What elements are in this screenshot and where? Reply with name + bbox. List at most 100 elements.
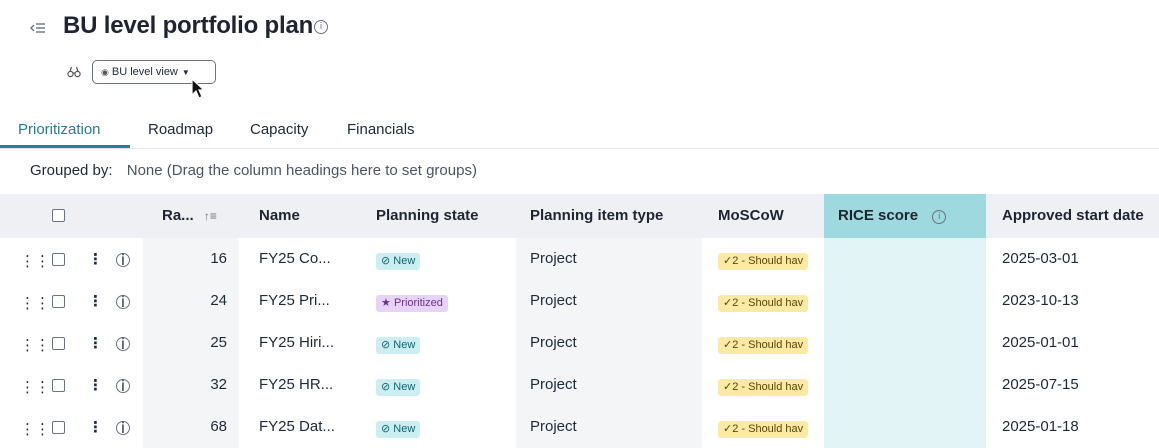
column-header-item-type[interactable]: Planning item type <box>530 207 663 224</box>
tab-bar: Prioritization Roadmap Capacity Financia… <box>0 114 1159 149</box>
tab-prioritization[interactable]: Prioritization <box>18 121 101 138</box>
column-header-moscow[interactable]: MoSCoW <box>718 207 784 224</box>
table-row[interactable]: ⋮⋮ ⋮ i 24 FY25 Pri... ★ Prioritized Proj… <box>0 280 1159 322</box>
row-checkbox[interactable] <box>52 379 65 392</box>
info-icon[interactable]: i <box>116 379 130 394</box>
page-header: BU level portfolio plan i <box>0 0 1159 60</box>
select-all-checkbox[interactable] <box>52 209 65 222</box>
view-selector-label: BU level view <box>111 66 178 78</box>
drag-handle-icon[interactable]: ⋮⋮ <box>20 252 50 270</box>
eye-icon: ◉ <box>101 66 109 77</box>
column-header-planning-state[interactable]: Planning state <box>376 207 479 224</box>
kebab-menu-icon[interactable]: ⋮ <box>88 418 103 436</box>
moscow-cell: ✓2 - Should hav <box>718 251 809 270</box>
kebab-menu-icon[interactable]: ⋮ <box>88 292 103 310</box>
info-icon[interactable]: i <box>116 337 130 352</box>
kebab-menu-icon[interactable]: ⋮ <box>88 250 103 268</box>
status-badge: ⊘ New <box>376 253 421 270</box>
moscow-cell: ✓2 - Should hav <box>718 293 809 312</box>
moscow-badge: ✓2 - Should hav <box>718 379 809 396</box>
binoculars-icon[interactable] <box>67 66 81 78</box>
rank-cell: 25 <box>210 334 227 351</box>
mouse-cursor-icon <box>191 78 206 99</box>
planning-state-cell: ⊘ New <box>376 377 421 396</box>
rank-cell: 24 <box>210 292 227 309</box>
row-checkbox[interactable] <box>52 337 65 350</box>
tag-icon: ⊘ <box>381 423 391 435</box>
column-header-rice[interactable]: RICE score i <box>838 207 947 224</box>
drag-handle-icon[interactable]: ⋮⋮ <box>20 336 50 354</box>
item-name-link[interactable]: FY25 Co... <box>259 250 331 267</box>
item-name-link[interactable]: FY25 Dat... <box>259 418 335 435</box>
approved-start-date-cell: 2025-01-18 <box>1002 418 1079 435</box>
table-row[interactable]: ⋮⋮ ⋮ i 25 FY25 Hiri... ⊘ New Project ✓2 … <box>0 322 1159 364</box>
group-drop-zone[interactable]: Grouped by: None (Drag the column headin… <box>30 162 477 179</box>
item-type-cell: Project <box>530 334 577 351</box>
info-icon[interactable]: i <box>314 20 328 34</box>
page-title: BU level portfolio plan <box>63 12 314 39</box>
info-icon[interactable]: i <box>116 295 130 310</box>
rank-cell: 68 <box>210 418 227 435</box>
item-type-cell: Project <box>530 418 577 435</box>
moscow-cell: ✓2 - Should hav <box>718 419 809 438</box>
status-badge: ⊘ New <box>376 337 421 354</box>
approved-start-date-cell: 2025-07-15 <box>1002 376 1079 393</box>
planning-state-cell: ⊘ New <box>376 251 421 270</box>
tag-icon: ⊘ <box>381 339 391 351</box>
status-badge: ⊘ New <box>376 379 421 396</box>
grouped-by-label: Grouped by: <box>30 162 113 179</box>
checkmark-icon: ✓ <box>723 423 733 435</box>
column-header-approved-start-date[interactable]: Approved start date <box>1002 207 1144 224</box>
status-badge: ⊘ New <box>376 421 421 438</box>
moscow-cell: ✓2 - Should hav <box>718 377 809 396</box>
active-tab-indicator <box>0 145 130 148</box>
table-row[interactable]: ⋮⋮ ⋮ i 68 FY25 Dat... ⊘ New Project ✓2 -… <box>0 406 1159 448</box>
approved-start-date-cell: 2025-01-01 <box>1002 334 1079 351</box>
item-type-cell: Project <box>530 376 577 393</box>
moscow-badge: ✓2 - Should hav <box>718 295 809 312</box>
item-name-link[interactable]: FY25 HR... <box>259 376 333 393</box>
rank-cell: 16 <box>210 250 227 267</box>
item-name-link[interactable]: FY25 Hiri... <box>259 334 334 351</box>
item-type-cell: Project <box>530 292 577 309</box>
info-icon[interactable]: i <box>116 421 130 436</box>
planning-state-cell: ⊘ New <box>376 419 421 438</box>
table-row[interactable]: ⋮⋮ ⋮ i 32 FY25 HR... ⊘ New Project ✓2 - … <box>0 364 1159 406</box>
item-name-link[interactable]: FY25 Pri... <box>259 292 330 309</box>
tab-roadmap[interactable]: Roadmap <box>148 121 213 138</box>
drag-handle-icon[interactable]: ⋮⋮ <box>20 294 50 312</box>
planning-state-cell: ★ Prioritized <box>376 293 448 312</box>
column-header-name[interactable]: Name <box>259 207 300 224</box>
checkmark-icon: ✓ <box>723 381 733 393</box>
grouped-by-hint: None (Drag the column headings here to s… <box>126 162 477 179</box>
checkmark-icon: ✓ <box>723 339 733 351</box>
drag-handle-icon[interactable]: ⋮⋮ <box>20 378 50 396</box>
row-checkbox[interactable] <box>52 295 65 308</box>
tab-capacity[interactable]: Capacity <box>250 121 308 138</box>
checkmark-icon: ✓ <box>723 297 733 309</box>
approved-start-date-cell: 2025-03-01 <box>1002 250 1079 267</box>
info-icon[interactable]: i <box>932 210 947 224</box>
row-checkbox[interactable] <box>52 253 65 266</box>
drag-handle-icon[interactable]: ⋮⋮ <box>20 420 50 438</box>
tag-icon: ⊘ <box>381 381 391 393</box>
sort-ascending-icon[interactable]: ↑≡ <box>204 209 217 223</box>
moscow-badge: ✓2 - Should hav <box>718 337 809 354</box>
kebab-menu-icon[interactable]: ⋮ <box>88 376 103 394</box>
item-type-cell: Project <box>530 250 577 267</box>
moscow-badge: ✓2 - Should hav <box>718 421 809 438</box>
chevron-down-icon: ▼ <box>181 67 190 77</box>
tab-financials[interactable]: Financials <box>347 121 415 138</box>
kebab-menu-icon[interactable]: ⋮ <box>88 334 103 352</box>
rank-cell: 32 <box>210 376 227 393</box>
row-checkbox[interactable] <box>52 421 65 434</box>
info-icon[interactable]: i <box>116 253 130 268</box>
table-row[interactable]: ⋮⋮ ⋮ i 16 FY25 Co... ⊘ New Project ✓2 - … <box>0 238 1159 280</box>
moscow-cell: ✓2 - Should hav <box>718 335 809 354</box>
column-header-rank[interactable]: Ra... ↑≡ <box>162 207 217 224</box>
star-icon: ★ <box>381 297 391 309</box>
moscow-badge: ✓2 - Should hav <box>718 253 809 270</box>
approved-start-date-cell: 2023-10-13 <box>1002 292 1079 309</box>
collapse-sidebar-icon[interactable] <box>30 20 46 36</box>
tag-icon: ⊘ <box>381 255 391 267</box>
